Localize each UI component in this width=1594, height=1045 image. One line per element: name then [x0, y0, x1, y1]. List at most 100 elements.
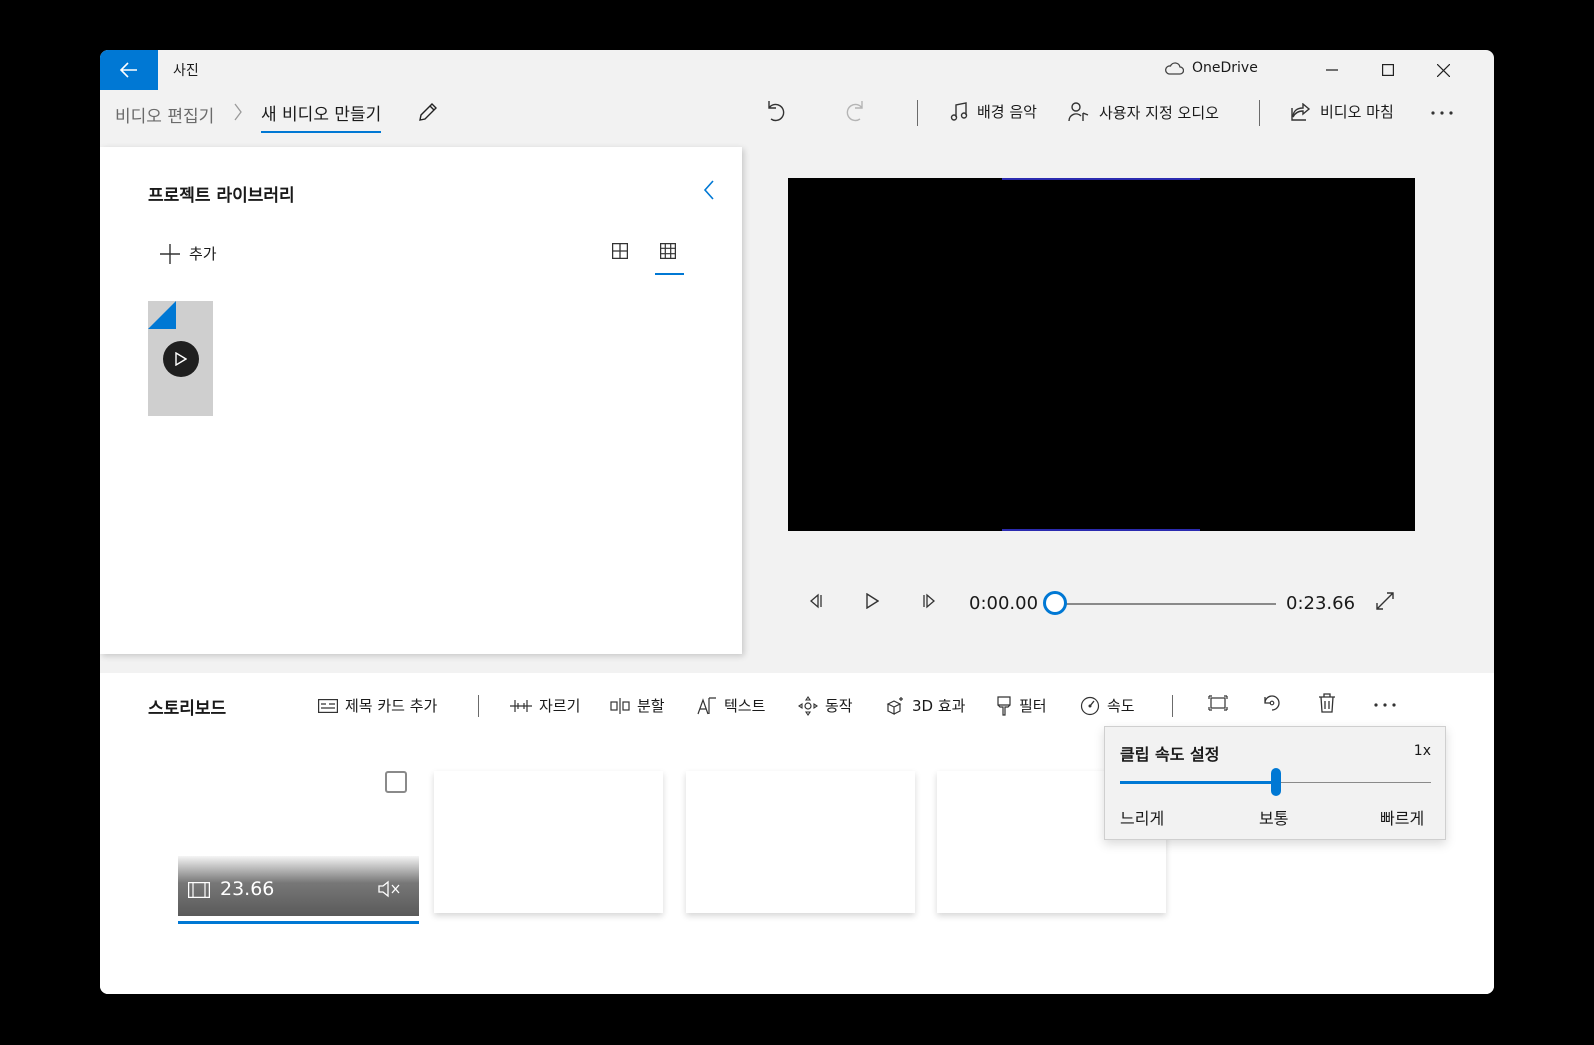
add-title-card-label: 제목 카드 추가 — [345, 697, 438, 715]
back-arrow-icon — [120, 62, 137, 78]
storyboard-more-button[interactable] — [1373, 695, 1397, 715]
storyboard-separator — [1172, 695, 1173, 717]
toolbar-separator — [1259, 100, 1260, 126]
expand-icon — [1376, 592, 1394, 610]
current-time: 0:00.00 — [969, 593, 1039, 614]
empty-clip-slot — [434, 771, 663, 913]
maximize-icon — [1382, 64, 1394, 76]
resize-button[interactable] — [1208, 693, 1228, 713]
grid-small-icon — [660, 243, 676, 259]
video-preview[interactable] — [788, 178, 1415, 531]
redo-button[interactable] — [846, 100, 866, 122]
3d-effects-button[interactable]: 3D 효과 — [885, 695, 965, 716]
large-grid-view-button[interactable] — [612, 243, 628, 259]
split-label: 분할 — [637, 697, 665, 715]
motion-label: 동작 — [825, 697, 853, 715]
active-view-indicator — [655, 273, 684, 275]
seek-track[interactable] — [1057, 603, 1276, 605]
text-label: 텍스트 — [724, 697, 766, 715]
music-note-icon — [950, 101, 968, 121]
custom-audio-button[interactable]: 사용자 지정 오디오 — [1068, 101, 1219, 123]
muted-speaker-icon[interactable] — [378, 880, 402, 898]
previous-frame-button[interactable] — [807, 593, 823, 609]
speed-slider-thumb[interactable] — [1270, 768, 1281, 796]
grid-large-icon — [612, 243, 628, 259]
add-media-label: 추가 — [189, 245, 217, 263]
next-frame-button[interactable] — [922, 593, 938, 609]
add-media-button[interactable]: 추가 — [160, 243, 217, 264]
clip-select-checkbox[interactable] — [385, 771, 407, 793]
share-icon — [1291, 102, 1311, 121]
paintbrush-icon — [997, 695, 1011, 716]
speed-button[interactable]: 속도 — [1080, 695, 1135, 716]
film-icon — [188, 882, 210, 898]
total-time: 0:23.66 — [1286, 593, 1356, 614]
text-button[interactable]: 텍스트 — [697, 695, 765, 716]
app-title: 사진 — [173, 63, 199, 79]
play-icon — [175, 352, 187, 366]
filters-label: 필터 — [1019, 697, 1047, 715]
thumbnail-play-button[interactable] — [163, 341, 199, 377]
chevron-left-icon — [703, 180, 714, 200]
step-forward-icon — [923, 593, 935, 609]
preview-edge-top — [1002, 178, 1200, 180]
clip-speed-popup: 클립 속도 설정 1x 느리게 보통 빠르게 — [1104, 726, 1446, 840]
speed-track-empty[interactable] — [1278, 782, 1431, 783]
filters-button[interactable]: 필터 — [996, 695, 1047, 716]
storyboard-title: 스토리보드 — [148, 699, 227, 719]
delete-clip-button[interactable] — [1318, 693, 1336, 713]
finish-video-button[interactable]: 비디오 마침 — [1291, 101, 1394, 122]
trim-label: 자르기 — [539, 697, 581, 715]
speed-track-filled[interactable] — [1120, 781, 1274, 784]
storyboard-clip[interactable]: 23.66 — [178, 856, 419, 916]
back-button[interactable] — [100, 50, 158, 90]
undo-icon — [768, 101, 785, 122]
rename-button[interactable] — [418, 102, 438, 122]
close-button[interactable] — [1415, 50, 1471, 90]
resize-icon — [1208, 695, 1228, 711]
add-title-card-button[interactable]: 제목 카드 추가 — [318, 695, 437, 716]
library-title: 프로젝트 라이브러리 — [148, 186, 295, 206]
speed-slow-label: 느리게 — [1120, 809, 1165, 828]
title-card-icon — [318, 698, 338, 713]
maximize-button[interactable] — [1360, 50, 1416, 90]
speed-popup-title: 클립 속도 설정 — [1120, 745, 1220, 764]
cloud-icon — [1165, 62, 1184, 75]
rotate-button[interactable] — [1262, 693, 1282, 713]
app-window: 사진 OneDrive 비디오 편집기 새 비디오 만들기 배경 음악 사용자 … — [100, 50, 1494, 994]
split-icon — [610, 697, 630, 714]
minimize-button[interactable] — [1304, 50, 1360, 90]
fullscreen-button[interactable] — [1376, 592, 1394, 610]
3d-effects-icon — [886, 696, 903, 715]
seek-thumb[interactable] — [1043, 591, 1067, 615]
step-back-icon — [810, 593, 822, 609]
motion-icon — [798, 695, 818, 716]
split-button[interactable]: 분할 — [610, 695, 665, 716]
trim-button[interactable]: 자르기 — [510, 695, 580, 716]
breadcrumb-root[interactable]: 비디오 편집기 — [115, 102, 214, 127]
speed-normal-label: 보통 — [1259, 809, 1289, 828]
more-options-button[interactable] — [1430, 102, 1454, 122]
play-button[interactable] — [865, 593, 879, 609]
rotate-icon — [1264, 695, 1280, 711]
breadcrumb-current[interactable]: 새 비디오 만들기 — [261, 100, 382, 133]
media-thumbnail[interactable] — [148, 301, 213, 416]
person-audio-icon — [1068, 102, 1089, 122]
onedrive-status[interactable]: OneDrive — [1164, 60, 1258, 76]
preview-edge-bottom — [1002, 529, 1200, 531]
speed-fast-label: 빠르게 — [1380, 809, 1425, 828]
text-icon — [697, 696, 716, 714]
speed-value: 1x — [1413, 743, 1431, 759]
storyboard-separator — [478, 695, 479, 717]
empty-clip-slot — [686, 771, 915, 913]
play-icon — [866, 593, 879, 609]
small-grid-view-button[interactable] — [660, 243, 676, 259]
background-music-button[interactable]: 배경 음악 — [950, 101, 1037, 122]
collapse-library-button[interactable] — [703, 179, 715, 201]
added-corner-marker — [148, 301, 176, 329]
speed-label: 속도 — [1107, 697, 1135, 715]
trim-icon — [510, 699, 532, 712]
background-music-label: 배경 음악 — [977, 103, 1037, 121]
undo-button[interactable] — [765, 100, 785, 122]
motion-button[interactable]: 동작 — [798, 695, 853, 716]
